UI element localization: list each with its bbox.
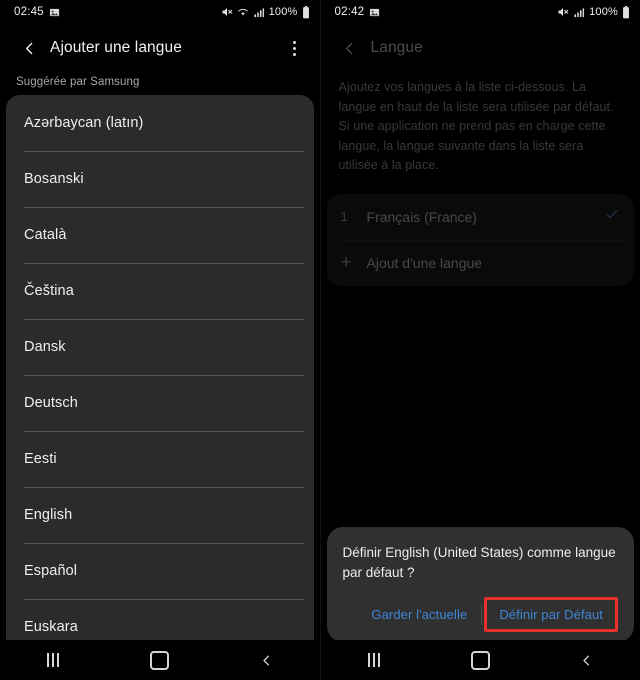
navigation-bar-right [320,640,640,680]
list-item[interactable]: Bosanski [6,151,314,207]
list-item-add-language[interactable]: + Ajout d'une langue [327,239,635,286]
list-item[interactable]: Español [6,543,314,599]
signal-icon [573,7,585,18]
recents-icon[interactable] [355,641,393,679]
mute-icon [221,6,233,18]
language-label: English [24,507,73,523]
screen-add-language: 02:45 100% Ajouter une langue Suggérée p… [0,0,320,680]
mute-icon [557,6,569,18]
language-label: Azərbaycan (latın) [24,115,144,131]
language-label: Dansk [24,339,66,355]
language-label: Català [24,227,67,243]
page-title: Ajouter une langue [50,39,182,56]
plus-icon: + [340,252,352,273]
battery-percent: 100% [268,6,298,18]
dialog-divider [481,604,483,625]
list-item[interactable]: English [6,487,314,543]
list-item-current-language[interactable]: 1 Français (France) [327,194,635,240]
list-item[interactable]: Deutsch [6,375,314,431]
check-icon [604,206,620,227]
back-chevron-icon[interactable] [331,29,369,67]
recents-icon[interactable] [34,641,72,679]
back-icon[interactable] [568,641,606,679]
home-icon[interactable] [141,641,179,679]
back-icon[interactable] [247,641,285,679]
language-list-card: 1 Français (France) + Ajout d'une langue [326,193,635,286]
status-bar-left: 02:45 100% [0,0,320,24]
battery-icon [622,5,630,19]
battery-percent: 100% [589,6,618,18]
signal-icon [253,7,265,18]
wifi-icon [237,6,249,18]
keep-current-button[interactable]: Garder l'actuelle [359,599,479,630]
home-icon[interactable] [461,641,499,679]
list-item[interactable]: Dansk [6,319,314,375]
language-label: Bosanski [24,171,84,187]
language-label: Euskara [24,619,78,635]
image-icon [49,7,60,18]
list-item[interactable]: Čeština [6,263,314,319]
battery-icon [302,5,310,19]
image-icon [369,7,380,18]
suggested-languages-card: Azərbaycan (latın) Bosanski Català Češti… [6,95,314,655]
add-language-label: Ajout d'une langue [366,254,483,271]
page-title: Langue [370,39,423,56]
language-label: Čeština [24,283,74,299]
app-bar-right: Langue [321,24,640,72]
language-label: Español [24,563,78,579]
language-label: Deutsch [24,395,78,411]
language-label: Français (France) [366,208,477,225]
list-item[interactable]: Eesti [6,431,314,487]
back-chevron-icon[interactable] [10,29,48,67]
status-time: 02:42 [334,6,365,18]
description-text: Ajoutez vos langues à la liste ci-dessou… [338,80,614,172]
overflow-menu-icon[interactable] [276,29,314,67]
status-time: 02:45 [14,6,44,18]
app-bar-left: Ajouter une langue [0,24,320,72]
dialog-message: Définir English (United States) comme la… [342,545,616,580]
screen-language-settings: 02:42 100% Langue Ajoutez vos langues à … [319,0,640,680]
dimmed-content-right: Langue Ajoutez vos langues à la liste ci… [321,24,640,286]
language-order-number: 1 [340,209,348,224]
language-label: Eesti [24,451,57,467]
section-label-suggested: Suggérée par Samsung [16,76,140,88]
navigation-bar-left [0,640,320,680]
set-default-button[interactable]: Définir par Défaut [484,597,618,632]
dialog-actions: Garder l'actuelle Définir par Défaut [343,597,618,632]
dual-screenshot: 02:45 100% Ajouter une langue Suggérée p… [0,0,640,680]
confirm-default-language-dialog: Définir English (United States) comme la… [326,527,634,642]
list-item[interactable]: Català [6,207,314,263]
status-bar-right: 02:42 100% [321,0,640,24]
list-item[interactable]: Azərbaycan (latın) [6,95,314,151]
